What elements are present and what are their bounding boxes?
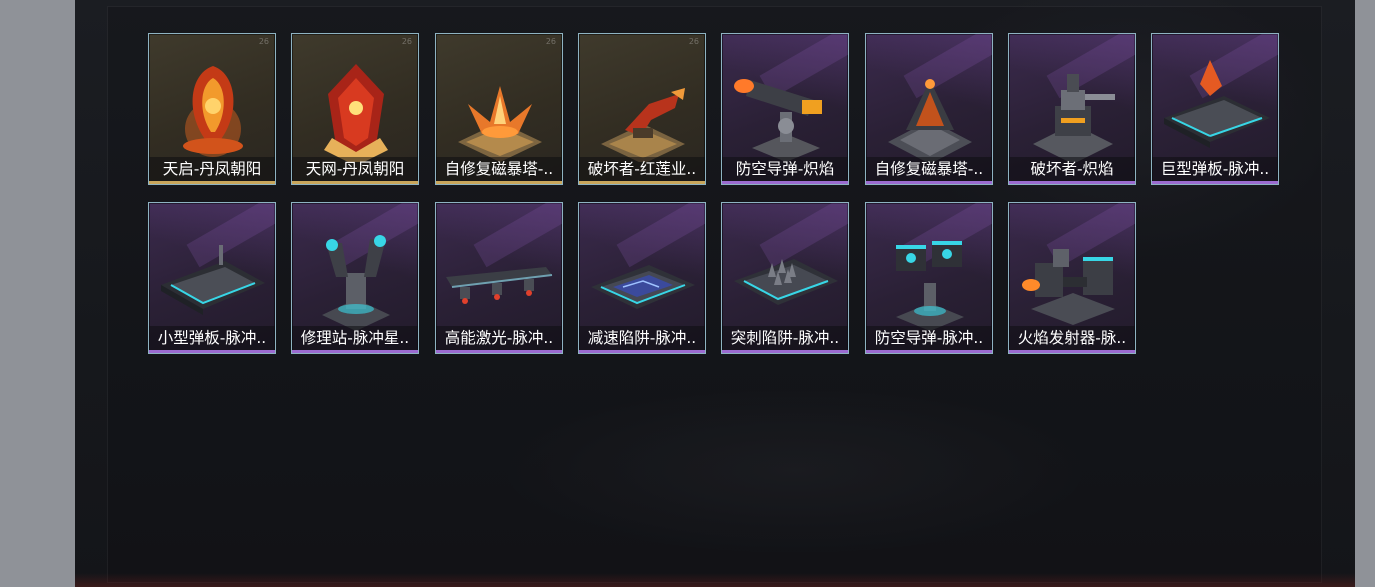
item-card[interactable]: 26 自修复磁暴塔-.. [435,33,563,185]
rarity-bar [866,350,992,353]
repair-station-icon [322,235,390,331]
small-pad-icon [161,245,265,315]
big-pad-icon [1164,60,1270,148]
item-label: 破坏者-炽焰 [1009,157,1135,181]
item-card[interactable]: 26 天网-丹凤朝阳 [291,33,419,185]
rarity-bar [1009,350,1135,353]
item-card[interactable]: 修理站-脉冲星.. [291,202,419,354]
item-card[interactable]: 破坏者-炽焰 [1008,33,1136,185]
rarity-bar [866,181,992,184]
item-label: 高能激光-脉冲.. [436,326,562,350]
item-label: 小型弹板-脉冲.. [149,326,275,350]
item-label: 天网-丹凤朝阳 [292,157,418,181]
item-card[interactable]: 巨型弹板-脉冲.. [1151,33,1279,185]
rarity-bar [1152,181,1278,184]
missile-turret-icon [734,79,822,162]
item-card[interactable]: 减速陷阱-脉冲.. [578,202,706,354]
item-card[interactable]: 防空导弹-炽焰 [721,33,849,185]
item-card[interactable]: 高能激光-脉冲.. [435,202,563,354]
item-label: 天启-丹凤朝阳 [149,157,275,181]
item-card[interactable]: 防空导弹-脉冲.. [865,202,993,354]
item-label: 减速陷阱-脉冲.. [579,326,705,350]
item-label: 防空导弹-脉冲.. [866,326,992,350]
slow-trap-icon [591,265,695,309]
phoenix-crest-icon [324,64,388,162]
item-card[interactable]: 26 天启-丹凤朝阳 [148,33,276,185]
item-label: 防空导弹-炽焰 [722,157,848,181]
item-card[interactable]: 自修复磁暴塔-.. [865,33,993,185]
rarity-bar [149,350,275,353]
flamethrower-icon [1022,249,1115,325]
spike-trap-icon [734,259,838,305]
tesla-tower-icon [888,79,972,162]
item-label: 自修复磁暴塔-.. [436,157,562,181]
rarity-bar [149,181,275,184]
item-label: 巨型弹板-脉冲.. [1152,157,1278,181]
flame-cannon-icon [601,88,685,162]
item-label: 破坏者-红莲业.. [579,157,705,181]
laser-rail-icon [446,267,553,304]
bottom-edge-strip [75,573,1355,587]
item-card[interactable]: 26 破坏者-红莲业.. [578,33,706,185]
item-label: 修理站-脉冲星.. [292,326,418,350]
rarity-bar [579,350,705,353]
heavy-turret-icon [1033,74,1115,162]
item-label: 火焰发射器-脉.. [1009,326,1135,350]
item-card[interactable]: 火焰发射器-脉.. [1008,202,1136,354]
rarity-bar [292,350,418,353]
item-label: 自修复磁暴塔-.. [866,157,992,181]
rarity-bar [579,181,705,184]
rarity-bar [436,350,562,353]
item-card[interactable]: 突刺陷阱-脉冲.. [721,202,849,354]
rarity-bar [722,181,848,184]
rarity-bar [1009,181,1135,184]
phoenix-orb-icon [183,66,243,157]
flame-flower-icon [458,86,542,162]
pulse-missile-icon [896,241,964,331]
item-label: 突刺陷阱-脉冲.. [722,326,848,350]
inventory-frame [107,6,1322,583]
rarity-bar [722,350,848,353]
rarity-bar [436,181,562,184]
rarity-bar [292,181,418,184]
item-card[interactable]: 小型弹板-脉冲.. [148,202,276,354]
